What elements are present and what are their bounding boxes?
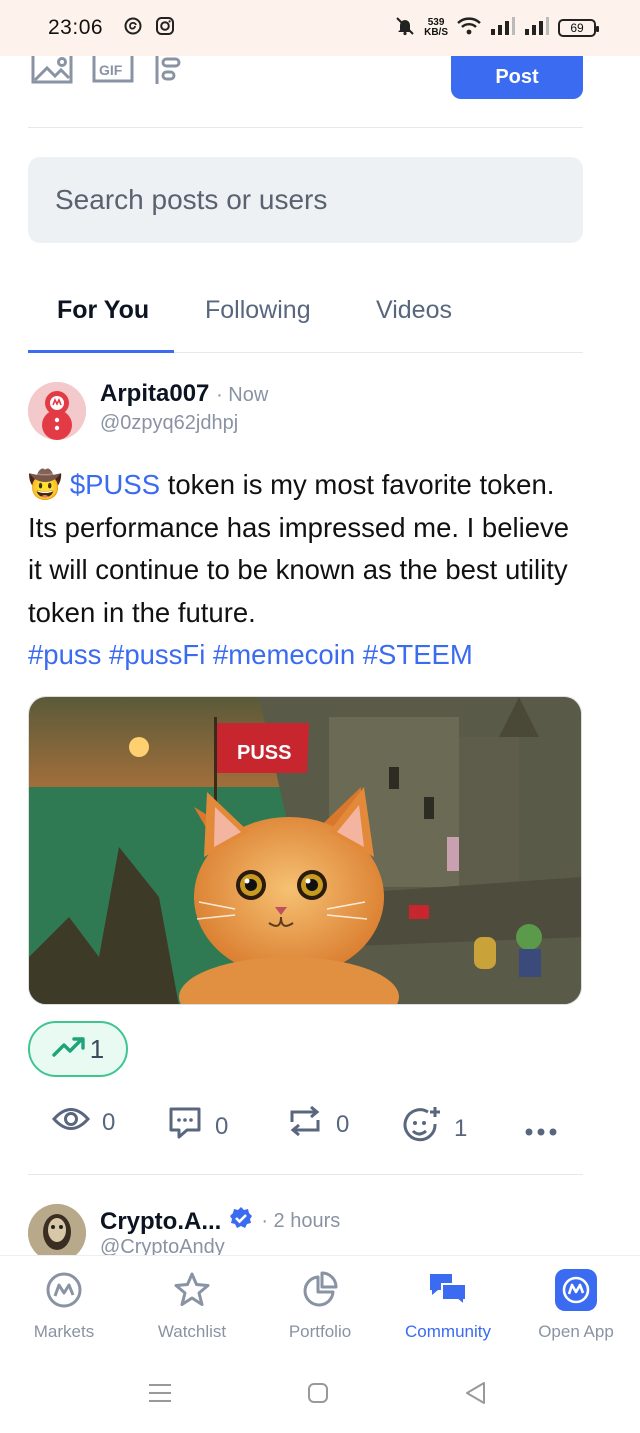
post-image[interactable]: PUSS <box>28 696 582 1005</box>
svg-text:GIF: GIF <box>99 62 123 78</box>
author-name[interactable]: Arpita007 <box>100 380 209 407</box>
nav-markets[interactable]: Markets <box>4 1270 124 1342</box>
star-icon <box>132 1270 252 1310</box>
tab-following[interactable]: Following <box>205 296 311 325</box>
avatar[interactable] <box>28 382 86 440</box>
nav-label: Watchlist <box>157 1322 227 1341</box>
nav-label: Open App <box>538 1322 614 1341</box>
pie-chart-icon <box>260 1270 380 1310</box>
post-card: Crypto.A... · 2 hours @CryptoAndy <box>28 1204 583 1256</box>
post-actions: 0 0 0 1 <box>51 1098 562 1154</box>
cmc-app-icon <box>516 1269 636 1311</box>
post-composer-toolbar: GIF Post <box>28 56 583 128</box>
comment-button[interactable]: 0 <box>167 1106 228 1147</box>
author-handle[interactable]: @CryptoAndy <box>100 1236 225 1256</box>
author-handle[interactable]: @0zpyq62jdhpj <box>100 412 238 435</box>
feed-tabs: For You Following Videos <box>28 280 583 353</box>
more-icon <box>524 1116 558 1144</box>
search-input[interactable]: Search posts or users <box>28 157 583 243</box>
trend-count: 1 <box>89 1033 105 1064</box>
hashtag-link[interactable]: #memecoin <box>213 639 355 670</box>
threads-icon <box>123 16 143 41</box>
nav-community[interactable]: Community <box>388 1270 508 1342</box>
mute-icon <box>394 15 416 42</box>
repost-icon <box>286 1105 324 1143</box>
emoji: 🤠 <box>28 469 63 500</box>
author-line: Arpita007 · Now <box>100 380 268 408</box>
cmc-logo-icon <box>4 1270 124 1310</box>
views-button[interactable]: 0 <box>51 1106 116 1139</box>
hashtag-link[interactable]: #pussFi <box>109 639 205 670</box>
nav-open-app[interactable]: Open App <box>516 1269 636 1342</box>
comment-icon <box>167 1106 203 1147</box>
image-icon[interactable] <box>31 56 73 91</box>
more-options-button[interactable] <box>524 1116 558 1144</box>
post-time: · 2 hours <box>261 1210 341 1232</box>
reposts-count: 0 <box>336 1110 350 1138</box>
nav-label: Portfolio <box>288 1322 352 1341</box>
nav-portfolio[interactable]: Portfolio <box>260 1270 380 1342</box>
nav-watchlist[interactable]: Watchlist <box>132 1270 252 1342</box>
poll-icon[interactable] <box>154 56 184 91</box>
eye-icon <box>51 1106 91 1139</box>
bottom-navigation: Markets Watchlist Portfolio Community Op… <box>0 1255 640 1365</box>
post-body: 🤠 $PUSS token is my most favorite token.… <box>28 464 583 677</box>
cashtag-link[interactable]: $PUSS <box>70 469 160 500</box>
verified-badge-icon <box>229 1206 253 1237</box>
home-icon[interactable] <box>307 1382 329 1409</box>
instagram-icon <box>155 16 175 41</box>
add-reaction-icon <box>402 1106 442 1151</box>
tab-videos[interactable]: Videos <box>376 296 452 325</box>
trend-badge[interactable]: 1 <box>28 1021 128 1077</box>
gif-icon[interactable]: GIF <box>92 56 134 91</box>
views-count: 0 <box>102 1108 116 1136</box>
menu-icon[interactable] <box>148 1381 172 1410</box>
post-divider <box>28 1174 583 1175</box>
reactions-count: 1 <box>454 1114 468 1142</box>
post-time: · Now <box>216 384 269 406</box>
signal-icon-2 <box>524 16 550 41</box>
nav-label: Community <box>405 1322 491 1341</box>
avatar[interactable] <box>28 1204 86 1256</box>
author-name[interactable]: Crypto.A... <box>100 1208 221 1236</box>
net-speed: 539 KB/S <box>424 17 448 38</box>
hashtag-link[interactable]: #puss <box>28 639 101 670</box>
wifi-icon <box>456 16 482 41</box>
chat-bubbles-icon <box>388 1270 508 1310</box>
repost-button[interactable]: 0 <box>286 1105 350 1143</box>
back-icon[interactable] <box>464 1381 488 1410</box>
battery-indicator: 69 <box>558 19 599 37</box>
react-button[interactable]: 1 <box>402 1106 467 1151</box>
hashtag-link[interactable]: #STEEM <box>363 639 473 670</box>
comments-count: 0 <box>215 1112 229 1140</box>
active-tab-indicator <box>28 350 174 353</box>
tab-for-you[interactable]: For You <box>57 296 149 325</box>
system-navigation-bar <box>0 1365 640 1433</box>
status-bar: 23:06 539 KB/S 69 <box>0 0 640 56</box>
author-line: Crypto.A... · 2 hours <box>100 1206 340 1237</box>
clock: 23:06 <box>48 16 104 39</box>
signal-icon-1 <box>490 16 516 41</box>
flag-text: PUSS <box>237 742 291 764</box>
post-button[interactable]: Post <box>451 56 583 99</box>
nav-label: Markets <box>33 1322 95 1341</box>
trending-up-icon <box>52 1034 86 1065</box>
